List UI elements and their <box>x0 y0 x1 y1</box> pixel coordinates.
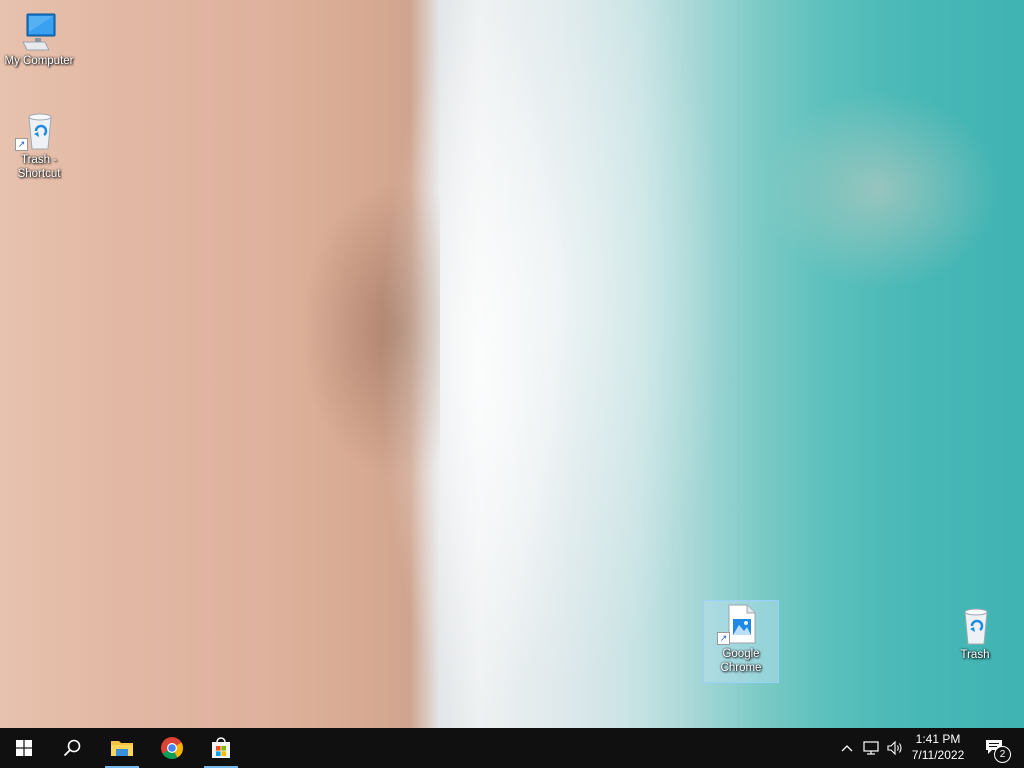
taskbar-microsoft-store[interactable] <box>201 728 241 768</box>
desktop-icon-google-chrome[interactable]: ↗ Google Chrome <box>703 600 779 683</box>
clock-time: 1:41 PM <box>915 732 961 746</box>
clock[interactable]: 1:41 PM 7/11/2022 <box>896 728 980 768</box>
show-hidden-icons-button[interactable] <box>836 728 858 768</box>
desktop-icon-trash[interactable]: Trash <box>937 602 1013 662</box>
wallpaper-detail <box>760 90 1000 290</box>
desktop-icon-label: Trash <box>960 649 990 661</box>
desktop[interactable]: My Computer ↗ Trash - Shortcut ↗ Google … <box>0 0 1024 728</box>
network-button[interactable] <box>860 728 882 768</box>
notification-count-badge: 2 <box>994 746 1011 763</box>
desktop-icon-label: My Computer <box>4 55 74 67</box>
recycle-bin-icon: ↗ <box>15 109 59 151</box>
desktop-icon-my-computer[interactable]: My Computer <box>1 8 77 68</box>
monitor-icon <box>19 10 59 52</box>
windows-logo-icon <box>16 740 32 756</box>
chrome-icon <box>161 737 183 759</box>
clock-date: 7/11/2022 <box>911 748 965 762</box>
shortcut-arrow-icon: ↗ <box>717 632 730 645</box>
taskbar-file-explorer[interactable] <box>102 728 142 768</box>
taskbar: 1:41 PM 7/11/2022 2 <box>0 728 1024 768</box>
start-button[interactable] <box>0 728 48 768</box>
search-button[interactable] <box>48 728 96 768</box>
shortcut-arrow-icon: ↗ <box>15 138 28 151</box>
image-file-icon: ↗ <box>717 603 761 645</box>
desktop-icon-label: Trash - Shortcut <box>17 154 61 180</box>
desktop-icon-trash-shortcut[interactable]: ↗ Trash - Shortcut <box>1 107 77 181</box>
chevron-up-icon <box>841 745 853 752</box>
store-icon <box>212 737 230 758</box>
folder-icon <box>111 741 133 756</box>
action-center-button[interactable]: 2 <box>978 728 1012 768</box>
network-icon <box>863 741 879 755</box>
search-icon <box>63 739 81 757</box>
recycle-bin-icon <box>955 604 995 646</box>
taskbar-chrome[interactable] <box>152 728 192 768</box>
desktop-icon-label: Google Chrome <box>720 648 762 674</box>
wallpaper-detail <box>440 0 740 728</box>
